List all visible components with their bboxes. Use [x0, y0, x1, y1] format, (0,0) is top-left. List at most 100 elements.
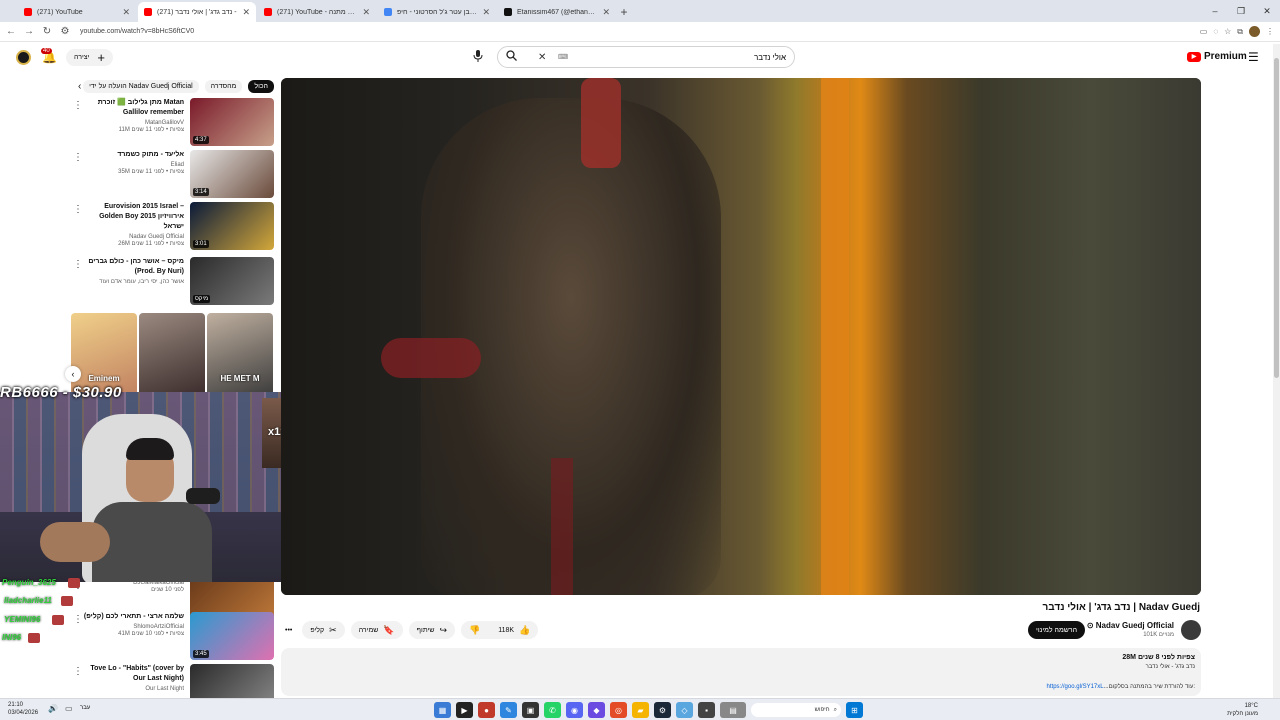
search-icon[interactable]	[506, 50, 524, 64]
tab-close-icon[interactable]: ✕	[482, 7, 490, 18]
steam-icon[interactable]: ⚙	[654, 702, 671, 718]
chip-all[interactable]: הכול	[248, 79, 274, 93]
language-indicator[interactable]: עבר	[80, 705, 90, 711]
volume-icon[interactable]: 🔊	[48, 704, 58, 713]
short-video-card[interactable]: HE MET M	[207, 313, 273, 397]
related-title[interactable]: Tove Lo - "Habits" (cover by Our Last Ni…	[80, 664, 184, 684]
related-thumbnail[interactable]: 4:37	[190, 98, 274, 146]
short-video-card[interactable]	[139, 313, 205, 397]
scrollbar-thumb[interactable]	[1274, 58, 1279, 378]
browser-tab[interactable]: Etanissim467 (@ethannissim ✕	[498, 2, 616, 22]
forward-icon[interactable]: →	[22, 26, 36, 37]
site-info-icon[interactable]: ⚙	[58, 26, 72, 37]
save-button[interactable]: שמירה 🔖	[350, 621, 403, 639]
related-video-item[interactable]: ⋮ מיקס – אושר כהן - כולם גברים (Prod. By …	[70, 257, 274, 305]
related-channel[interactable]: ShlomoArtziOfficial	[80, 624, 184, 630]
minimize-button[interactable]: –	[1202, 0, 1228, 22]
network-icon[interactable]: ▭	[65, 704, 73, 713]
chrome-icon[interactable]: ◎	[610, 702, 627, 718]
related-channel[interactable]: אושר כהן, יסי ריבו, עומר אדם ועוד	[80, 279, 184, 285]
discord-icon[interactable]: ◉	[566, 702, 583, 718]
taskbar-search[interactable]: חיפוש ⌕	[751, 703, 841, 717]
search-input[interactable]	[568, 52, 786, 62]
start-icon[interactable]: ⊞	[846, 702, 863, 718]
more-actions-button[interactable]: •••	[281, 621, 296, 639]
related-video-item[interactable]: ⋮ Eurovision 2015 Israel – Golden Boy איר…	[70, 202, 274, 250]
description-more[interactable]: ...עוד להורדת שיר בהמתנה בסלקום:	[1104, 684, 1195, 690]
channel-name[interactable]: ⊙ Nadav Guedj Official	[1087, 621, 1174, 630]
like-count[interactable]: 118K	[498, 627, 514, 634]
microphone-icon[interactable]	[470, 50, 485, 65]
account-avatar[interactable]	[16, 50, 31, 65]
browser-tab[interactable]: שלומי בן עטר ג'ל הסרטוני - חיפ ✕	[378, 2, 496, 22]
whatsapp-icon[interactable]: ✆	[544, 702, 561, 718]
related-thumbnail[interactable]: 3:45	[190, 612, 274, 660]
subscribe-button[interactable]: הרשמה למינוי	[1028, 621, 1086, 639]
related-title[interactable]: שלמה ארצי - תתארי לכם (קליפ)	[80, 612, 184, 622]
bookmark-star-icon[interactable]: ☆	[1224, 27, 1231, 36]
app-icon[interactable]: ▪	[698, 702, 715, 718]
video-player[interactable]	[281, 78, 1201, 595]
related-thumbnail[interactable]: 3:01	[190, 202, 274, 250]
media-player-icon[interactable]: ▶	[456, 702, 473, 718]
app-icon[interactable]: ◇	[676, 702, 693, 718]
tab-close-icon[interactable]: ✕	[362, 7, 370, 18]
share-button[interactable]: שיתוף ↪	[408, 621, 455, 639]
browser-tab[interactable]: (271) YouTube ✕	[18, 2, 136, 22]
reload-icon[interactable]: ↻	[40, 26, 54, 37]
related-thumbnail[interactable]: מיקס	[190, 257, 274, 305]
related-title[interactable]: אליעד - מתוק כשמרד	[80, 150, 184, 160]
page-scrollbar[interactable]	[1273, 44, 1280, 698]
browser-tab[interactable]: (271) נדב גדג' | אולי נדבר - ✕	[138, 2, 256, 22]
browser-menu-icon[interactable]: ⋮	[1266, 27, 1274, 36]
channel-avatar[interactable]	[1181, 620, 1201, 640]
taskbar-clock[interactable]: 21:10 03/04/2026	[8, 701, 38, 717]
related-channel[interactable]: Our Last Night	[80, 686, 184, 692]
related-channel[interactable]: Nadav Guedj Official	[80, 234, 184, 240]
menu-icon[interactable]: ☰	[1248, 50, 1259, 64]
app-icon[interactable]: ▤	[720, 702, 746, 718]
weather-widget[interactable]: 18°C מעונן חלקית	[1227, 702, 1258, 718]
like-icon[interactable]: 👍	[519, 625, 530, 636]
clear-search-icon[interactable]: ✕	[538, 52, 552, 63]
description-box[interactable]: 28M צפיות לפני 8 שנים נדב גדג' - אולי נד…	[281, 648, 1201, 696]
back-icon[interactable]: ←	[4, 26, 18, 37]
related-video-item[interactable]: ⋮ אליעד - מתוק כשמרד Eliad 35M צפיות • לפני…	[70, 150, 274, 198]
duration-badge: 3:45	[193, 650, 209, 658]
related-channel[interactable]: MatanGalilovV	[80, 120, 184, 126]
new-tab-button[interactable]: +	[616, 4, 632, 20]
app-icon[interactable]: ✎	[500, 702, 517, 718]
tab-close-icon[interactable]: ✕	[242, 7, 250, 18]
tracking-icon[interactable]: ◌	[1213, 27, 1218, 36]
create-button[interactable]: יצירה +	[66, 49, 114, 66]
shorts-prev-button[interactable]: ‹	[65, 366, 81, 382]
browser-tab[interactable]: (271) YouTube - הסכם מתנה ✕	[258, 2, 376, 22]
tab-close-icon[interactable]: ✕	[602, 7, 610, 18]
youtube-premium-logo[interactable]: ▶ Premium	[1187, 51, 1247, 62]
keyboard-icon[interactable]: ⌨	[558, 53, 568, 61]
extensions-icon[interactable]: ⧉	[1237, 27, 1243, 37]
related-video-item[interactable]: ⋮ שלמה ארצי - תתארי לכם (קליפ) ShlomoArtzi…	[70, 612, 274, 660]
related-title[interactable]: Eurovision 2015 Israel – Golden Boy אירו…	[80, 202, 184, 232]
related-thumbnail[interactable]: 3:14	[190, 150, 274, 198]
url-field[interactable]: youtube.com/watch?v=8bHcS6ftCV0	[80, 28, 194, 35]
related-channel[interactable]: Eliad	[80, 162, 184, 168]
related-title[interactable]: מיקס – אושר כהן - כולם גברים (Prod. By N…	[80, 257, 184, 277]
related-title[interactable]: מתן גלילוב 🟩 זוכרת Matan Gallilov rememb…	[80, 98, 184, 118]
app-icon[interactable]: ◆	[588, 702, 605, 718]
clip-button[interactable]: קליפ ✂	[302, 621, 345, 639]
close-window-button[interactable]: ✕	[1254, 0, 1280, 22]
maximize-button[interactable]: ❐	[1228, 0, 1254, 22]
widgets-icon[interactable]: ▦	[434, 702, 451, 718]
terminal-icon[interactable]: ▣	[522, 702, 539, 718]
chip-channel[interactable]: הועלה על ידי Nadav Guedj Official	[83, 79, 199, 93]
profile-avatar[interactable]	[1249, 26, 1260, 37]
app-icon[interactable]: ●	[478, 702, 495, 718]
folder-icon[interactable]: ▰	[632, 702, 649, 718]
dislike-icon[interactable]: 👎	[469, 625, 480, 636]
chip-related[interactable]: מהסדרה	[204, 79, 243, 93]
related-video-item[interactable]: ⋮ מתן גלילוב 🟩 זוכרת Matan Gallilov remem…	[70, 98, 274, 146]
description-link[interactable]: https://goo.gl/SY17xL	[1047, 684, 1104, 690]
install-icon[interactable]: ▭	[1200, 27, 1208, 36]
tab-close-icon[interactable]: ✕	[122, 7, 130, 18]
